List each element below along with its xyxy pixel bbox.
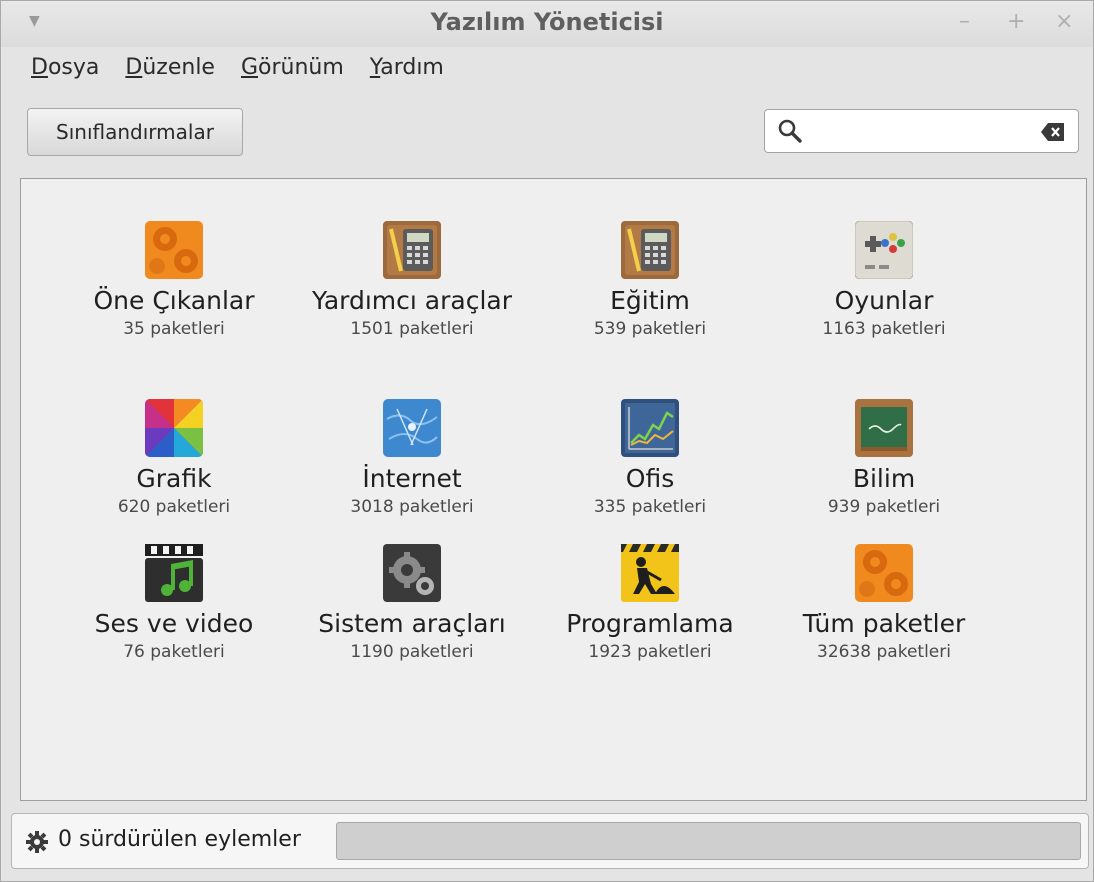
- category-education[interactable]: Eğitim 539 paketleri: [535, 221, 765, 340]
- gear-icon: [26, 831, 48, 853]
- category-count: 32638 paketleri: [817, 642, 951, 662]
- status-text: 0 sürdürülen eylemler: [58, 827, 301, 852]
- category-sound-video[interactable]: Ses ve video 76 paketleri: [59, 544, 289, 663]
- color-wheel-icon: [145, 399, 203, 457]
- search-icon: [778, 119, 802, 143]
- progress-bar: [336, 822, 1081, 860]
- category-science[interactable]: Bilim 939 paketleri: [769, 399, 999, 518]
- globe-icon: [383, 399, 441, 457]
- clear-search-icon[interactable]: [1040, 122, 1066, 142]
- category-name: Programlama: [566, 609, 734, 638]
- category-name: Bilim: [852, 464, 916, 493]
- category-count: 1501 paketleri: [350, 319, 474, 339]
- category-count: 3018 paketleri: [350, 497, 474, 517]
- category-name: Yardımcı araçlar: [312, 286, 512, 315]
- category-name: Eğitim: [610, 286, 690, 315]
- menu-bar: Dosya Düzenle Görünüm Yardım: [31, 55, 444, 85]
- search-input[interactable]: [809, 118, 1033, 146]
- category-count: 1163 paketleri: [822, 319, 946, 339]
- category-count: 335 paketleri: [593, 497, 707, 517]
- category-count: 1923 paketleri: [588, 642, 712, 662]
- title-bar[interactable]: ▼ Yazılım Yöneticisi – + ×: [1, 1, 1093, 47]
- category-count: 939 paketleri: [827, 497, 941, 517]
- window-title: Yazılım Yöneticisi: [430, 8, 664, 36]
- category-name: İnternet: [362, 464, 462, 493]
- calculator-icon: [621, 221, 679, 279]
- category-system-tools[interactable]: Sistem araçları 1190 paketleri: [297, 544, 527, 663]
- category-featured[interactable]: Öne Çıkanlar 35 paketleri: [59, 221, 289, 340]
- category-graphics[interactable]: Grafik 620 paketleri: [59, 399, 289, 518]
- category-name: Öne Çıkanlar: [93, 286, 255, 315]
- category-all-packages[interactable]: Tüm paketler 32638 paketleri: [769, 544, 999, 663]
- chart-icon: [621, 399, 679, 457]
- category-count: 620 paketleri: [117, 497, 231, 517]
- category-games[interactable]: Oyunlar 1163 paketleri: [769, 221, 999, 340]
- category-name: Ses ve video: [94, 609, 254, 638]
- category-name: Oyunlar: [834, 286, 934, 315]
- category-name: Sistem araçları: [318, 609, 506, 638]
- search-box[interactable]: [764, 109, 1079, 153]
- clapperboard-music-icon: [145, 544, 203, 602]
- category-programming[interactable]: Programlama 1923 paketleri: [535, 544, 765, 663]
- status-bar: 0 sürdürülen eylemler: [11, 813, 1089, 869]
- category-internet[interactable]: İnternet 3018 paketleri: [297, 399, 527, 518]
- gamepad-icon: [855, 221, 913, 279]
- category-name: Tüm paketler: [802, 609, 966, 638]
- category-count: 35 paketleri: [123, 319, 225, 339]
- category-count: 1190 paketleri: [350, 642, 474, 662]
- menu-help[interactable]: Yardım: [370, 55, 444, 85]
- construction-worker-icon: [621, 544, 679, 602]
- category-grid: Öne Çıkanlar 35 paketleri Yardımcı araçl…: [20, 178, 1087, 801]
- category-name: Ofis: [625, 464, 675, 493]
- close-icon[interactable]: ×: [1055, 9, 1073, 34]
- category-count: 76 paketleri: [123, 642, 225, 662]
- calculator-icon: [383, 221, 441, 279]
- category-utilities[interactable]: Yardımcı araçlar 1501 paketleri: [297, 221, 527, 340]
- maximize-icon[interactable]: +: [1007, 9, 1025, 34]
- featured-gears-icon: [145, 221, 203, 279]
- minimize-icon[interactable]: –: [959, 9, 970, 34]
- category-office[interactable]: Ofis 335 paketleri: [535, 399, 765, 518]
- category-count: 539 paketleri: [593, 319, 707, 339]
- chalkboard-icon: [855, 399, 913, 457]
- all-packages-gears-icon: [855, 544, 913, 602]
- menu-edit[interactable]: Düzenle: [125, 55, 215, 85]
- system-gear-icon: [383, 544, 441, 602]
- software-manager-window: ▼ Yazılım Yöneticisi – + × Dosya Düzenle…: [0, 0, 1094, 882]
- category-name: Grafik: [136, 464, 212, 493]
- categories-button[interactable]: Sınıflandırmalar: [27, 108, 243, 156]
- menu-view[interactable]: Görünüm: [241, 55, 344, 85]
- menu-file[interactable]: Dosya: [31, 55, 99, 85]
